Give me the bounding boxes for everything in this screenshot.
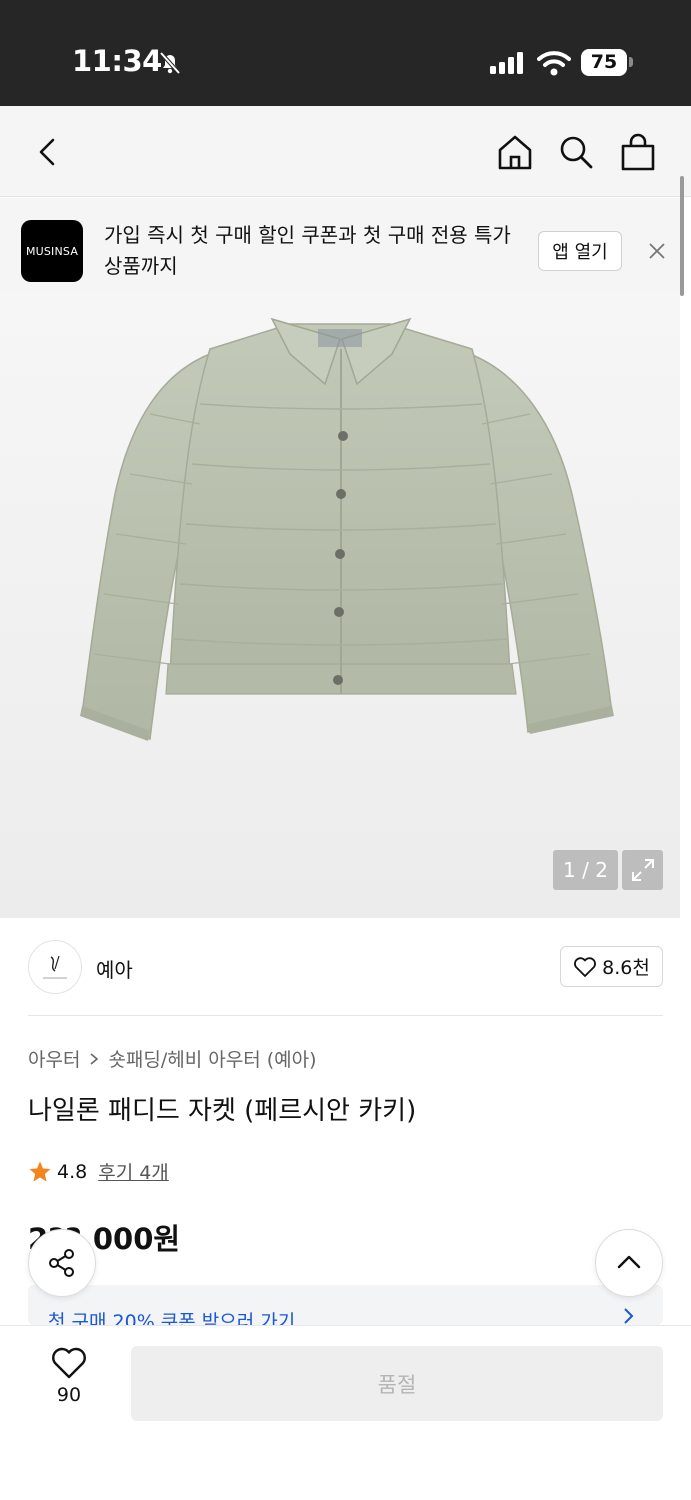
battery-tip [629, 57, 633, 67]
chevron-right-icon [624, 1308, 634, 1324]
brand-like-button[interactable]: 8.6천 [560, 946, 663, 987]
share-icon [49, 1249, 74, 1277]
expand-image-button[interactable] [622, 850, 663, 890]
expand-icon [631, 859, 654, 881]
coupon-text: 첫 구매 20% 쿠폰 받으러 가기 [48, 1311, 296, 1325]
product-title: 나일론 패디드 자켓 (페르시안 카키) [28, 1096, 417, 1126]
status-bar: 11:34 75 [0, 0, 691, 106]
brand-row: 예아 8.6천 [0, 918, 691, 1016]
home-button[interactable] [489, 126, 541, 178]
section-divider [28, 1015, 663, 1016]
star-icon [29, 1161, 51, 1181]
sold-out-button[interactable]: 품절 [131, 1346, 663, 1421]
app-promo-banner: MUSINSA 가입 즉시 첫 구매 할인 쿠폰과 첫 구매 전용 특가 상품까… [0, 198, 680, 294]
page-scrollbar[interactable] [680, 176, 684, 296]
chevron-left-icon [39, 138, 55, 166]
search-icon [560, 136, 593, 169]
open-app-button[interactable]: 앱 열기 [538, 231, 622, 271]
chevron-right-icon [90, 1052, 99, 1065]
product-image-gallery[interactable]: 1 / 2 [0, 294, 680, 918]
wishlist-button[interactable]: 90 [30, 1346, 108, 1426]
search-button[interactable] [550, 126, 602, 178]
chevron-up-icon [617, 1255, 641, 1269]
first-purchase-coupon-banner[interactable]: 첫 구매 20% 쿠폰 받으러 가기 [28, 1285, 663, 1325]
wifi-icon [537, 50, 571, 80]
back-button[interactable] [22, 126, 74, 178]
breadcrumb-item-outer[interactable]: 아우터 [28, 1045, 80, 1072]
brand-emblem-icon [43, 955, 67, 979]
heart-icon [52, 1347, 86, 1379]
close-banner-button[interactable] [644, 238, 670, 264]
top-navigation [0, 106, 691, 197]
brand-like-count: 8.6천 [602, 957, 650, 979]
share-button[interactable] [28, 1229, 96, 1297]
home-icon [498, 135, 532, 170]
battery-level: 75 [581, 49, 627, 76]
rating-score: 4.8 [57, 1160, 88, 1183]
shopping-bag-icon [621, 133, 655, 171]
heart-icon [574, 956, 597, 977]
breadcrumb-item-category[interactable]: 숏패딩/헤비 아우터 (예아) [108, 1045, 316, 1072]
silent-mode-icon [157, 50, 183, 80]
cellular-signal-icon [490, 52, 526, 78]
scroll-to-top-button[interactable] [595, 1229, 663, 1297]
cart-button[interactable] [612, 126, 664, 178]
brand-name[interactable]: 예아 [96, 954, 133, 983]
category-breadcrumb: 아우터 숏패딩/헤비 아우터 (예아) [28, 1045, 317, 1072]
status-time: 11:34 [72, 44, 162, 78]
brand-logo[interactable] [28, 940, 82, 994]
banner-message: 가입 즉시 첫 구매 할인 쿠폰과 첫 구매 전용 특가 상품까지 [104, 223, 511, 278]
image-counter: 1 / 2 [553, 850, 618, 890]
close-icon [649, 243, 665, 259]
product-jacket-image [80, 317, 614, 741]
purchase-bottom-bar: 90 품절 [0, 1325, 691, 1500]
review-count-link[interactable]: 후기 4개 [98, 1158, 169, 1185]
wishlist-count: 90 [56, 1384, 82, 1406]
product-rating: 4.8 후기 4개 [28, 1158, 169, 1185]
musinsa-logo: MUSINSA [21, 220, 83, 282]
